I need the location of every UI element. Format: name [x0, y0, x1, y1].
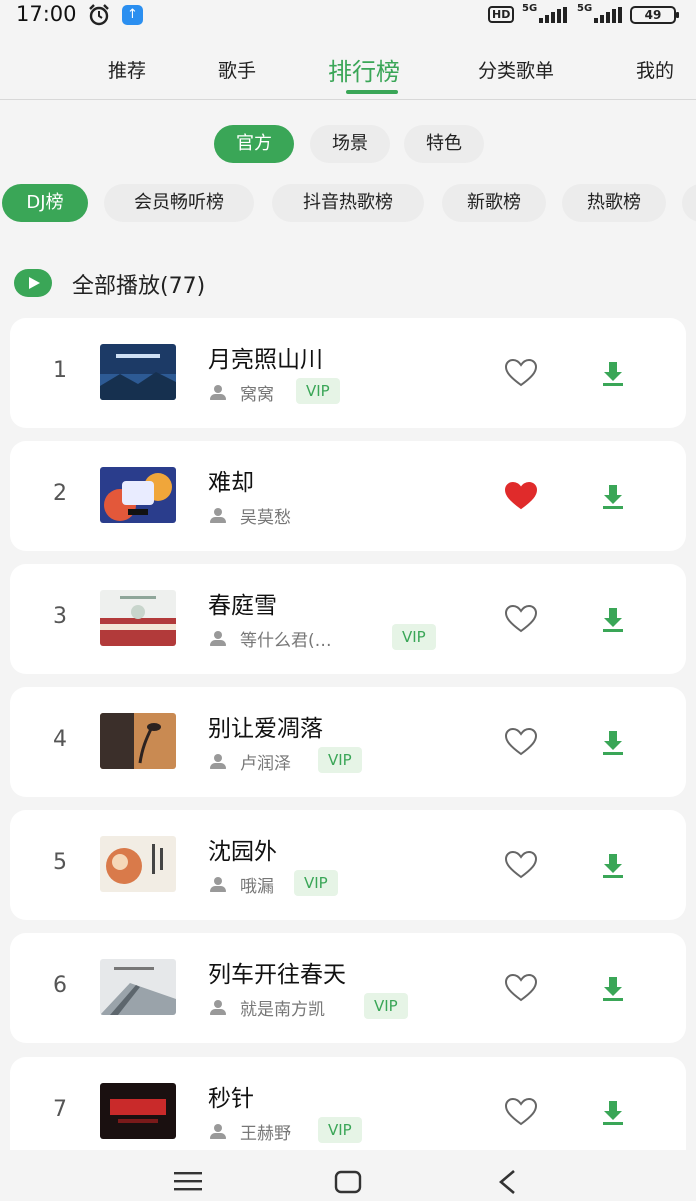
song-rank: 4: [53, 727, 67, 752]
vip-badge: VIP: [318, 747, 362, 773]
song-rank: 6: [53, 973, 67, 998]
song-title: 别让爱凋落: [208, 716, 323, 742]
download-icon[interactable]: [598, 604, 628, 634]
song-title: 秒针: [208, 1086, 254, 1112]
vip-badge: VIP: [318, 1117, 362, 1143]
song-title: 春庭雪: [208, 593, 277, 619]
home-icon[interactable]: [334, 1170, 362, 1194]
download-icon[interactable]: [598, 358, 628, 388]
person-icon: [210, 630, 226, 646]
heart-icon[interactable]: [504, 358, 538, 388]
person-icon: [210, 507, 226, 523]
heart-icon[interactable]: [504, 1097, 538, 1127]
heart-icon[interactable]: [504, 850, 538, 880]
song-title: 月亮照山川: [208, 347, 323, 373]
song-rank: 1: [53, 358, 67, 383]
song-rank: 3: [53, 604, 67, 629]
album-cover: [100, 959, 176, 1015]
song-artist: 就是南方凯: [240, 1000, 325, 1020]
song-item[interactable]: 2 难却 吴莫愁: [10, 441, 686, 551]
person-icon: [210, 876, 226, 892]
heart-icon[interactable]: [504, 973, 538, 1003]
song-rank: 5: [53, 850, 67, 875]
download-icon[interactable]: [598, 727, 628, 757]
person-icon: [210, 753, 226, 769]
person-icon: [210, 384, 226, 400]
song-artist: 窝窝: [240, 385, 274, 405]
recent-apps-icon[interactable]: [174, 1170, 202, 1192]
song-item[interactable]: 4 别让爱凋落 卢润泽 VIP: [10, 687, 686, 797]
download-icon[interactable]: [598, 973, 628, 1003]
song-title: 难却: [208, 470, 254, 496]
song-artist: 哦漏: [240, 877, 274, 897]
song-rank: 2: [53, 481, 67, 506]
vip-badge: VIP: [294, 870, 338, 896]
chart-page: 17:00 ↑ HD 5G 5G 49 推荐 歌手 排行榜 分类歌单 我的 官方…: [0, 0, 696, 1201]
album-cover: [100, 713, 176, 769]
album-cover: [100, 467, 176, 523]
vip-badge: VIP: [364, 993, 408, 1019]
download-icon[interactable]: [598, 481, 628, 511]
song-rank: 7: [53, 1097, 67, 1122]
system-nav-bar: [0, 1150, 696, 1201]
song-item[interactable]: 6 列车开往春天 就是南方凯 VIP: [10, 933, 686, 1043]
download-icon[interactable]: [598, 1097, 628, 1127]
song-item[interactable]: 3 春庭雪 等什么君(… VIP: [10, 564, 686, 674]
heart-icon[interactable]: [504, 604, 538, 634]
song-item[interactable]: 5 沈园外 哦漏 VIP: [10, 810, 686, 920]
album-cover: [100, 836, 176, 892]
person-icon: [210, 1123, 226, 1139]
song-artist: 卢润泽: [240, 754, 291, 774]
album-cover: [100, 344, 176, 400]
back-icon[interactable]: [496, 1168, 520, 1196]
vip-badge: VIP: [392, 624, 436, 650]
album-cover: [100, 590, 176, 646]
download-icon[interactable]: [598, 850, 628, 880]
album-cover: [100, 1083, 176, 1139]
song-title: 列车开往春天: [208, 962, 346, 988]
song-artist: 王赫野: [240, 1124, 291, 1144]
person-icon: [210, 999, 226, 1015]
song-artist: 等什么君(…: [240, 631, 332, 651]
song-item[interactable]: 1 月亮照山川 窝窝 VIP: [10, 318, 686, 428]
heart-icon[interactable]: [504, 727, 538, 757]
song-title: 沈园外: [208, 839, 277, 865]
heart-icon[interactable]: [504, 481, 538, 511]
vip-badge: VIP: [296, 378, 340, 404]
song-list: 1 月亮照山川 窝窝 VIP 2 难却 吴莫愁 3 春庭雪 等什么君(… VIP…: [0, 0, 696, 1167]
song-artist: 吴莫愁: [240, 508, 291, 528]
